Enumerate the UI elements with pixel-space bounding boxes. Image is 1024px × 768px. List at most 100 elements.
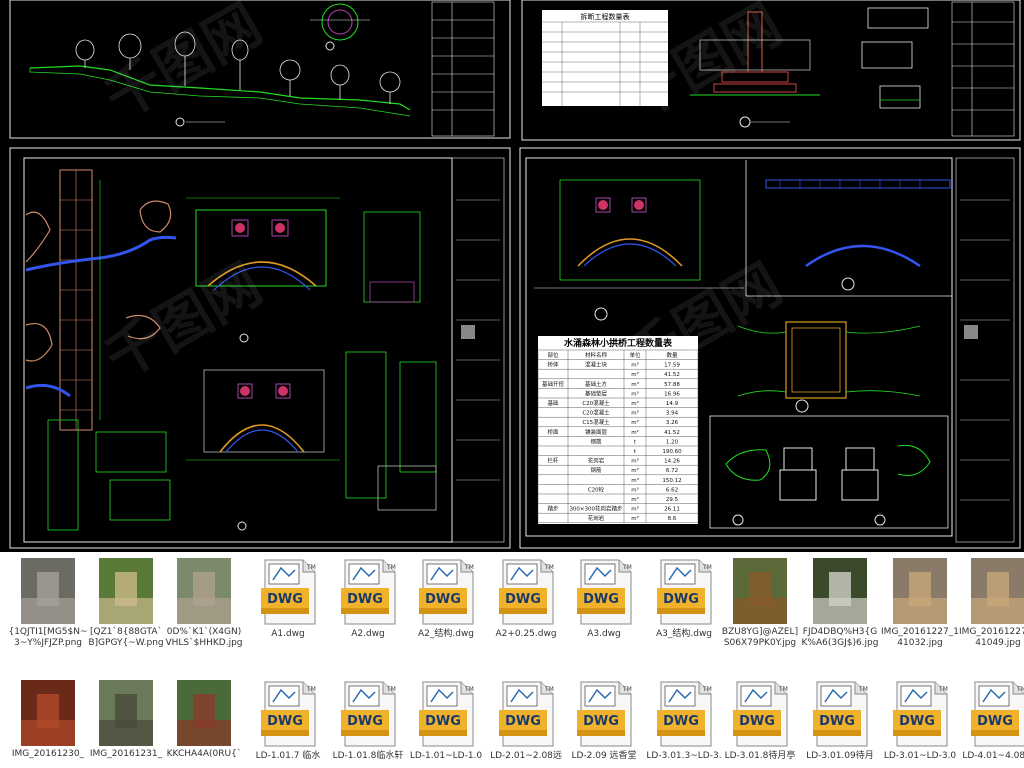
- table-cell: m³: [631, 458, 639, 465]
- section-1-1: [765, 179, 951, 291]
- cad-drawing-canvas: 拆断工程数量表 水涌森林小拱桥工程数量表 部位 材料名称 单位 数量桥体 混凝土…: [9, 0, 1021, 549]
- file-name-label: LD-1.01.8临水轩: [332, 751, 404, 761]
- dwg-file-icon: DWG TM: [497, 680, 555, 748]
- svg-text:TM: TM: [544, 686, 554, 693]
- dwg-file-icon: DWG TM: [811, 680, 869, 748]
- svg-text:TM: TM: [778, 686, 788, 693]
- table-cell: C20混凝土: [582, 399, 610, 407]
- file-name-label: LD-3.01.8待月亭: [724, 751, 796, 761]
- file-name-label: LD-4.01~4.08%: [962, 751, 1024, 761]
- file-name-label: KKCHA4A(0RU{`: [166, 749, 242, 759]
- svg-text:DWG: DWG: [739, 714, 775, 729]
- panel-bottom-left: [9, 147, 511, 549]
- file-item[interactable]: IMG_20161231_: [86, 680, 166, 760]
- wooden-sign-icon: [733, 558, 787, 624]
- table-cell: 桥体: [547, 361, 559, 369]
- dwg-file-icon: DWG TM: [731, 680, 789, 748]
- table-cell: 混凝土块: [585, 361, 608, 369]
- file-item[interactable]: BZU8YG]@AZEL]S06X79PK0Y.jpg: [720, 558, 800, 649]
- svg-text:TM: TM: [386, 564, 396, 571]
- svg-text:TM: TM: [544, 564, 554, 571]
- file-item[interactable]: DWG TM A3_结构.dwg: [644, 558, 724, 640]
- dwg-file-icon: DWG TM: [417, 558, 475, 626]
- file-item[interactable]: DWG TM LD-3.01.3~LD-3.: [644, 680, 724, 762]
- file-item[interactable]: DWG TM LD-3.01.8待月亭: [720, 680, 800, 762]
- svg-text:TM: TM: [1016, 686, 1024, 693]
- file-item[interactable]: IMG_20161227_141032.jpg: [880, 558, 960, 649]
- file-item[interactable]: DWG TM A2_结构.dwg: [406, 558, 486, 640]
- file-item[interactable]: DWG TM A2.dwg: [328, 558, 408, 640]
- dwg-file-icon: DWG TM: [891, 680, 949, 748]
- svg-text:DWG: DWG: [899, 714, 935, 729]
- svg-text:DWG: DWG: [583, 714, 619, 729]
- svg-text:DWG: DWG: [663, 592, 699, 607]
- file-name-label: LD-3.01.3~LD-3.: [646, 751, 722, 761]
- svg-text:TM: TM: [858, 686, 868, 693]
- table-cell: m²: [631, 429, 639, 436]
- file-item[interactable]: DWG TM LD-1.01.7 临水: [248, 680, 328, 762]
- dwg-file-icon: DWG TM: [575, 680, 633, 748]
- foundation-details: [709, 415, 949, 529]
- panel-top-left: [9, 0, 511, 139]
- table-cell: 3.26: [666, 420, 679, 426]
- file-item[interactable]: DWG TM LD-1.01.8临水轩: [328, 680, 408, 762]
- file-item[interactable]: {1QJTI1[MG5$N~3~Y%JFJZP.png: [8, 558, 88, 649]
- svg-text:DWG: DWG: [663, 714, 699, 729]
- table-cell: 6.72: [666, 468, 678, 474]
- table-cell: 150.12: [662, 478, 681, 484]
- svg-text:TM: TM: [386, 686, 396, 693]
- svg-text:TM: TM: [702, 686, 712, 693]
- dwg-file-icon: DWG TM: [655, 680, 713, 748]
- svg-text:DWG: DWG: [267, 592, 303, 607]
- svg-text:TM: TM: [464, 686, 474, 693]
- svg-text:DWG: DWG: [977, 714, 1013, 729]
- file-item[interactable]: IMG_20161230_: [8, 680, 88, 760]
- file-item[interactable]: DWG TM LD-3.01~LD-3.0: [880, 680, 960, 762]
- file-browser-grid: {1QJTI1[MG5$N~3~Y%JFJZP.png [QZ1`8{88GTA`…: [0, 552, 1024, 768]
- svg-text:TM: TM: [464, 564, 474, 571]
- svg-text:DWG: DWG: [347, 714, 383, 729]
- table-cell: m³: [631, 496, 639, 503]
- file-name-label: [QZ1`8{88GTA`B]GPGY{~W.png: [88, 627, 164, 648]
- file-item[interactable]: DWG TM LD-3.01.09待月: [800, 680, 880, 762]
- stone-monument-icon: [21, 558, 75, 624]
- file-name-label: BZU8YG]@AZEL]S06X79PK0Y.jpg: [721, 627, 799, 648]
- file-item[interactable]: DWG TM LD-1.01~LD-1.0: [406, 680, 486, 762]
- table-cell: C20砼: [588, 485, 605, 493]
- table-cell: 桥面: [547, 428, 559, 436]
- file-name-label: A2+0.25.dwg: [495, 629, 557, 639]
- svg-text:TM: TM: [622, 564, 632, 571]
- file-item[interactable]: DWG TM A3.dwg: [564, 558, 644, 640]
- table-cell: 14.9: [666, 401, 679, 407]
- svg-text:TM: TM: [306, 686, 316, 693]
- file-name-label: A2.dwg: [351, 629, 385, 639]
- foundation-plan: [737, 321, 921, 413]
- svg-text:DWG: DWG: [819, 714, 855, 729]
- file-item[interactable]: DWG TM LD-2.01~2.08远: [486, 680, 566, 762]
- table-cell: 57.88: [664, 382, 680, 388]
- svg-text:DWG: DWG: [505, 714, 541, 729]
- file-item[interactable]: FJD4DBQ%H3{GK%A6(3GJ$)6.jpg: [800, 558, 880, 649]
- file-item[interactable]: 0D%`K1`(X4GN)VHLS`$HHKD.jpg: [164, 558, 244, 649]
- table-cell: 6.62: [666, 487, 678, 493]
- dwg-file-icon: DWG TM: [969, 680, 1024, 748]
- file-name-label: A3.dwg: [587, 629, 621, 639]
- dwg-file-icon: DWG TM: [655, 558, 713, 626]
- top-table-title: 拆断工程数量表: [581, 12, 630, 21]
- svg-text:TM: TM: [306, 564, 316, 571]
- file-item[interactable]: DWG TM A2+0.25.dwg: [486, 558, 566, 640]
- dwg-file-icon: DWG TM: [339, 558, 397, 626]
- file-item[interactable]: IMG_20161227_141049.jpg: [958, 558, 1024, 649]
- file-item[interactable]: DWG TM LD-4.01~4.08%: [958, 680, 1024, 762]
- svg-text:TM: TM: [702, 564, 712, 571]
- file-item[interactable]: [QZ1`8{88GTA`B]GPGY{~W.png: [86, 558, 166, 649]
- table-header-cell: 部位: [547, 351, 559, 359]
- file-name-label: IMG_20161227_141032.jpg: [881, 627, 959, 648]
- table-cell: C15混凝土: [582, 418, 610, 426]
- red-gate-icon: [21, 680, 75, 746]
- file-item[interactable]: DWG TM A1.dwg: [248, 558, 328, 640]
- svg-text:千图网: 千图网: [95, 252, 273, 392]
- file-item[interactable]: KKCHA4A(0RU{`: [164, 680, 244, 760]
- dwg-file-icon: DWG TM: [417, 680, 475, 748]
- file-item[interactable]: DWG TM LD-2.09 远香堂: [564, 680, 644, 762]
